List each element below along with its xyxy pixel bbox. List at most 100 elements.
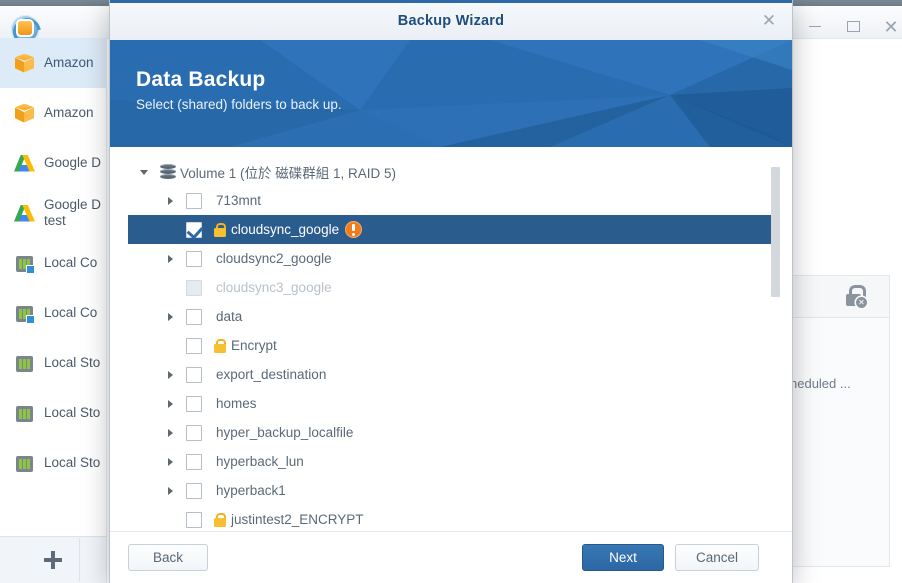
tree-row[interactable]: Encrypt xyxy=(128,331,773,360)
tree-row[interactable]: cloudsync_google xyxy=(128,215,773,244)
sidebar-item-local-sto-3[interactable]: Local Sto xyxy=(0,438,106,488)
tree-row-label: 713mnt xyxy=(216,193,261,208)
back-button[interactable]: Back xyxy=(128,544,208,571)
tree-row[interactable]: justintest2_ENCRYPT xyxy=(128,505,773,530)
tree-row[interactable]: cloudsync3_google xyxy=(128,273,773,302)
folder-checkbox[interactable] xyxy=(186,309,202,325)
tree-row-label: hyper_backup_localfile xyxy=(216,425,353,440)
local-server-icon xyxy=(14,303,35,324)
twisty-spacer xyxy=(164,339,177,352)
tree-row[interactable]: cloudsync2_google xyxy=(128,244,773,273)
chevron-right-icon[interactable] xyxy=(164,484,177,497)
tree-row[interactable]: homes xyxy=(128,389,773,418)
tree-row[interactable]: hyperback1 xyxy=(128,476,773,505)
dialog-title: Backup Wizard xyxy=(110,0,792,40)
dialog-footer: Back Next Cancel xyxy=(110,531,792,583)
local-storage-icon xyxy=(14,403,35,424)
chevron-down-icon[interactable] xyxy=(138,165,151,178)
sidebar-item-label: Local Sto xyxy=(44,405,100,421)
tree-row-label: export_destination xyxy=(216,367,326,382)
folder-checkbox[interactable] xyxy=(186,454,202,470)
chevron-right-icon[interactable] xyxy=(164,194,177,207)
folder-checkbox[interactable] xyxy=(186,425,202,441)
tree-row[interactable]: export_destination xyxy=(128,360,773,389)
banner-subheading: Select (shared) folders to back up. xyxy=(136,97,342,112)
shared-folder-tree[interactable]: Volume 1 (位於 磁碟群組 1, RAID 5) 713mnt clouds… xyxy=(128,157,773,530)
local-storage-icon xyxy=(14,453,35,474)
tree-row[interactable]: hyperback_lun xyxy=(128,447,773,476)
sidebar-item-local-co-1[interactable]: Local Co xyxy=(0,238,106,288)
banner-heading: Data Backup xyxy=(136,68,265,92)
sidebar-item-google-drive-test[interactable]: Google D test xyxy=(0,188,106,238)
sidebar-item-label: Amazon xyxy=(44,105,94,121)
dialog-close-button[interactable]: ✕ xyxy=(756,8,782,33)
chevron-right-icon[interactable] xyxy=(164,310,177,323)
folder-checkbox[interactable] xyxy=(186,483,202,499)
tree-scrollbar-thumb[interactable] xyxy=(771,167,780,297)
window-minimize-button[interactable] xyxy=(798,12,832,42)
tree-row-label: homes xyxy=(216,396,257,411)
tree-row[interactable]: Volume 1 (位於 磁碟群組 1, RAID 5) xyxy=(128,157,773,186)
next-button[interactable]: Next xyxy=(582,544,664,571)
sidebar-footer xyxy=(0,536,107,583)
local-storage-icon xyxy=(14,353,35,374)
tree-row-label: cloudsync2_google xyxy=(216,251,332,266)
sidebar-item-amazon-1[interactable]: Amazon xyxy=(0,38,106,88)
twisty-spacer xyxy=(164,513,177,526)
folder-checkbox[interactable] xyxy=(186,280,202,296)
tree-scrollbar[interactable] xyxy=(771,157,780,531)
volume-icon xyxy=(160,164,176,180)
sidebar-item-label: Google D test xyxy=(44,197,101,229)
tree-row[interactable]: hyper_backup_localfile xyxy=(128,418,773,447)
folder-checkbox[interactable] xyxy=(186,512,202,528)
backup-wizard-dialog: Backup Wizard ✕ Data Backup Select (shar… xyxy=(110,0,792,582)
window-maximize-button[interactable] xyxy=(836,12,870,42)
chevron-right-icon[interactable] xyxy=(164,252,177,265)
amazon-box-icon xyxy=(14,103,35,124)
twisty-spacer xyxy=(164,223,177,236)
plus-icon xyxy=(44,551,62,569)
tree-row-label: Encrypt xyxy=(231,338,277,353)
dialog-body: Volume 1 (位於 磁碟群組 1, RAID 5) 713mnt clouds… xyxy=(110,147,792,531)
backup-task-sidebar: Amazon Amazon Google D Google D test Loc… xyxy=(0,38,107,536)
sidebar-item-amazon-2[interactable]: Amazon xyxy=(0,88,106,138)
lock-disabled-icon[interactable]: ✕ xyxy=(845,285,867,308)
tree-row[interactable]: 713mnt xyxy=(128,186,773,215)
sidebar-item-label: Local Sto xyxy=(44,455,100,471)
folder-checkbox[interactable] xyxy=(186,251,202,267)
chevron-right-icon[interactable] xyxy=(164,368,177,381)
folder-checkbox[interactable] xyxy=(186,222,202,238)
encrypted-lock-icon xyxy=(213,513,226,527)
sidebar-item-local-sto-2[interactable]: Local Sto xyxy=(0,388,106,438)
sidebar-item-label: Google D xyxy=(44,155,101,171)
chevron-right-icon[interactable] xyxy=(164,455,177,468)
chevron-right-icon[interactable] xyxy=(164,397,177,410)
chevron-right-icon[interactable] xyxy=(164,426,177,439)
tree-row-label: hyperback1 xyxy=(216,483,286,498)
encrypted-lock-icon xyxy=(213,223,226,237)
tree-row[interactable]: data xyxy=(128,302,773,331)
add-backup-task-button[interactable] xyxy=(26,538,80,582)
tree-row-label: hyperback_lun xyxy=(216,454,304,469)
google-drive-icon xyxy=(14,203,35,224)
twisty-spacer xyxy=(164,281,177,294)
sidebar-item-label: Local Sto xyxy=(44,355,100,371)
sidebar-item-label: Amazon xyxy=(44,55,94,71)
tree-row-label: cloudsync_google xyxy=(231,222,339,237)
dialog-title-bar: Backup Wizard ✕ xyxy=(110,0,792,41)
window-close-button[interactable]: ✕ xyxy=(874,12,902,42)
tree-row-label: Volume 1 (位於 磁碟群組 1, RAID 5) xyxy=(180,162,396,182)
google-drive-icon xyxy=(14,153,35,174)
sidebar-item-local-co-2[interactable]: Local Co xyxy=(0,288,106,338)
folder-checkbox[interactable] xyxy=(186,338,202,354)
cancel-button[interactable]: Cancel xyxy=(675,544,759,571)
tree-row-label: cloudsync3_google xyxy=(216,280,332,295)
sidebar-item-label: Local Co xyxy=(44,255,97,271)
warning-icon[interactable] xyxy=(345,221,362,238)
folder-checkbox[interactable] xyxy=(186,367,202,383)
folder-checkbox[interactable] xyxy=(186,396,202,412)
sidebar-item-google-drive-1[interactable]: Google D xyxy=(0,138,106,188)
sidebar-item-label: Local Co xyxy=(44,305,97,321)
sidebar-item-local-sto-1[interactable]: Local Sto xyxy=(0,338,106,388)
folder-checkbox[interactable] xyxy=(186,193,202,209)
